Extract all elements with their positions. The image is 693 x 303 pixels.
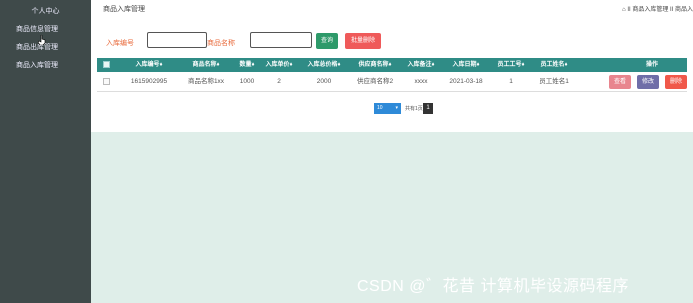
- breadcrumb[interactable]: ⌂ II 商品入库管理 II 商品入: [622, 4, 693, 13]
- column-header[interactable]: 员工工号♦: [492, 58, 530, 72]
- table-header: 入库编号♦ 商品名称♦ 数量♦ 入库单价♦ 入库总价格♦ 供应商名称♦ 入库备注…: [97, 58, 687, 72]
- select-all-checkbox[interactable]: [103, 61, 110, 68]
- cell-note: xxxx: [414, 78, 428, 85]
- page-number-button[interactable]: 1: [423, 103, 433, 114]
- product-name-label: 商品名称: [207, 40, 235, 47]
- batch-delete-button[interactable]: 批量删除: [345, 33, 381, 49]
- sidebar-item-personal-center[interactable]: 个人中心: [0, 3, 91, 21]
- cell-employee-name: 员工姓名1: [539, 78, 569, 85]
- sidebar: 个人中心 商品信息管理 商品出库管理 商品入库管理: [0, 0, 91, 303]
- page-size-select[interactable]: 10 ▾: [374, 103, 401, 114]
- table-row: 1615902995 商品名称1xx 1000 2 2000 供应商名称2 xx…: [97, 72, 687, 92]
- cell-supplier: 供应商名称2: [356, 78, 394, 85]
- cell-product-name: 商品名称1xx: [187, 78, 225, 85]
- column-header: 操作: [645, 62, 658, 68]
- top-bar: 商品入库管理 ⌂ II 商品入库管理 II 商品入: [91, 0, 693, 16]
- query-button[interactable]: 查询: [316, 33, 338, 49]
- hand-cursor-icon: [38, 35, 46, 45]
- page-title: 商品入库管理: [103, 6, 145, 13]
- column-header[interactable]: 供应商名称♦: [351, 58, 399, 72]
- watermark: CSDN @゛花昔 计算机毕设源码程序: [357, 278, 629, 295]
- inbound-code-input[interactable]: [147, 32, 207, 48]
- cell-total-price: 2000: [316, 78, 332, 85]
- sidebar-item-inbound[interactable]: 商品入库管理: [0, 57, 91, 75]
- chevron-down-icon: ▾: [395, 105, 398, 111]
- column-header[interactable]: 入库单价♦: [260, 58, 298, 72]
- column-header[interactable]: 入库日期♦: [445, 58, 487, 72]
- cell-employee-no: 1: [509, 78, 513, 85]
- column-header[interactable]: 入库备注♦: [402, 58, 440, 72]
- cell-inbound-code: 1615902995: [130, 78, 168, 85]
- main-area: 商品入库管理 ⌂ II 商品入库管理 II 商品入 入库编号 商品名称 查询 批…: [91, 0, 693, 303]
- delete-button[interactable]: 删除: [665, 75, 687, 89]
- view-button[interactable]: 查看: [609, 75, 631, 89]
- cell-quantity: 1000: [239, 78, 255, 85]
- column-header[interactable]: 数量♦: [236, 58, 258, 72]
- column-header[interactable]: 入库总价格♦: [300, 58, 348, 72]
- page-size-value: 10: [377, 105, 383, 111]
- row-checkbox[interactable]: [103, 78, 110, 85]
- column-header[interactable]: 入库编号♦: [121, 58, 177, 72]
- content-panel: 入库编号 商品名称 查询 批量删除 入库编号♦ 商品名称♦ 数量♦ 入库单价♦ …: [91, 16, 693, 132]
- inbound-code-label: 入库编号: [106, 40, 134, 47]
- column-header[interactable]: 商品名称♦: [180, 58, 232, 72]
- total-pages-text: 共有1页: [405, 106, 423, 112]
- product-name-input[interactable]: [250, 32, 312, 48]
- column-header[interactable]: 员工姓名♦: [534, 58, 574, 72]
- cell-unit-price: 2: [277, 78, 281, 85]
- edit-button[interactable]: 修改: [637, 75, 659, 89]
- cell-date: 2021-03-18: [449, 78, 483, 85]
